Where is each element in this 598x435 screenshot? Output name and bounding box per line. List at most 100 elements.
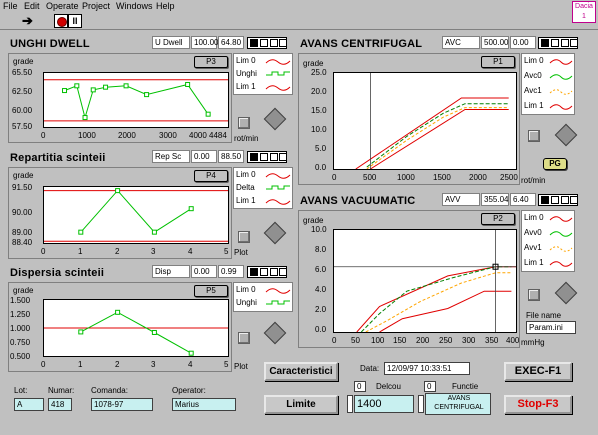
vacuumatic-readout-x[interactable]: 355.04 — [481, 193, 509, 206]
unghi-ytick: 62.50 — [12, 87, 33, 96]
menu-operate[interactable]: Operate — [46, 1, 79, 11]
centrifugal-readout-x[interactable]: 500.00 — [481, 36, 509, 49]
menu-windows[interactable]: Windows — [116, 1, 153, 11]
dispersia-readout-y[interactable]: 0.99 — [218, 265, 244, 278]
unghi-pan-icon[interactable] — [263, 107, 287, 131]
repartitia-unit-y: grade — [13, 171, 34, 180]
vacuumatic-pan-icon[interactable] — [554, 281, 578, 305]
vacuumatic-ytick: 10.0 — [311, 225, 327, 234]
unghi-p3-button[interactable]: P3 — [194, 56, 228, 68]
caracteristici-button[interactable]: Caracteristici — [264, 362, 338, 381]
unghi-plot-svg — [44, 79, 228, 122]
vacuumatic-xtick: 400 — [506, 336, 520, 345]
mode-field[interactable]: AVANS CENTRIFUGAL — [425, 393, 491, 415]
centrifugal-readout-y[interactable]: 0.00 — [510, 36, 536, 49]
repartitia-autoscale-button[interactable] — [238, 231, 250, 243]
repartitia-cursor-palette[interactable] — [247, 151, 287, 163]
lot-field[interactable]: A — [14, 398, 44, 411]
data-point — [188, 206, 194, 212]
legend-label: Avc1 — [524, 86, 542, 95]
dispersia-legend-swatches — [265, 288, 291, 305]
centrifugal-graph: grade P1 25.0 20.0 15.0 10.0 5.0 0.0 0 5… — [298, 53, 520, 185]
operator-label: Operator: — [172, 386, 206, 395]
unghi-cursor-palette[interactable] — [247, 37, 287, 49]
abort-icon[interactable] — [54, 14, 68, 28]
repartitia-readout-y[interactable]: 88.50 — [218, 150, 244, 163]
legend-label: Lim 1 — [236, 196, 256, 205]
dispersia-xtick: 2 — [115, 360, 120, 369]
repartitia-legend-swatches — [265, 173, 291, 205]
vacuumatic-unit-x: mmHg — [521, 338, 545, 347]
repartitia-ytick: 91.50 — [12, 183, 33, 192]
functie-indicator: 0 — [424, 381, 436, 392]
dispersia-p5-button[interactable]: P5 — [194, 285, 228, 297]
data-label: Data: — [360, 364, 380, 373]
numar-field[interactable]: 418 — [48, 398, 72, 411]
rpm-stepper[interactable] — [347, 395, 353, 413]
repartitia-plot — [43, 186, 229, 244]
toolbar: ➔ II — [0, 13, 598, 30]
dispersia-xtick: 3 — [151, 360, 156, 369]
vacuumatic-readout-y[interactable]: 6.40 — [510, 193, 536, 206]
rpm-field[interactable]: 1400 — [354, 395, 414, 413]
menu-edit[interactable]: Edit — [24, 1, 40, 11]
vacuumatic-xtick: 100 — [371, 336, 385, 345]
vacuumatic-p2-button[interactable]: P2 — [481, 213, 515, 225]
stop-button[interactable]: Stop-F3 — [504, 395, 572, 414]
centrifugal-autoscale-button[interactable] — [528, 130, 540, 142]
centrifugal-p1-button[interactable]: P1 — [481, 56, 515, 68]
vacuumatic-xtick: 350 — [485, 336, 499, 345]
dispersia-unit-x: Plot — [234, 362, 248, 371]
data-point — [188, 350, 194, 356]
legend-label: Unghi — [236, 298, 257, 307]
dispersia-title: Dispersia scinteii — [10, 267, 105, 279]
dispersia-autoscale-button[interactable] — [238, 332, 250, 344]
data-point — [74, 83, 80, 89]
menu-project[interactable]: Project — [82, 1, 110, 11]
centrifugal-ytick: 10.0 — [311, 125, 327, 134]
centrifugal-unit-y: grade — [303, 59, 324, 68]
unghi-legend: Lim 0 Unghi Lim 1 — [233, 53, 293, 95]
dispersia-ytick: 1.500 — [10, 296, 31, 305]
repartitia-pan-icon[interactable] — [263, 221, 287, 245]
repartitia-ytick: 90.00 — [12, 208, 33, 217]
dispersia-pan-icon[interactable] — [263, 321, 287, 345]
menu-file[interactable]: File — [3, 1, 18, 11]
limite-button[interactable]: Limite — [264, 395, 338, 414]
centrifugal-pan-icon[interactable] — [554, 123, 578, 147]
repartitia-readout-x[interactable]: 0.00 — [191, 150, 217, 163]
centrifugal-ytick: 5.0 — [315, 144, 327, 153]
dispersia-readout-x[interactable]: 0.00 — [191, 265, 217, 278]
run-arrow-icon[interactable]: ➔ — [22, 14, 36, 28]
vacuumatic-xtick: 300 — [462, 336, 476, 345]
repartitia-p4-button[interactable]: P4 — [194, 170, 228, 182]
file-name-field[interactable]: Param.ini — [526, 321, 576, 334]
data-point — [62, 88, 68, 94]
data-point — [78, 229, 84, 235]
menu-help[interactable]: Help — [156, 1, 175, 11]
mode-stepper[interactable] — [418, 395, 424, 413]
data-point — [185, 81, 191, 87]
centrifugal-xtick: 1000 — [397, 173, 415, 182]
pg-button[interactable]: PG — [543, 158, 567, 170]
series-line-delta — [80, 189, 192, 233]
unghi-readout-x[interactable]: 100.00 — [191, 36, 218, 49]
centrifugal-cursor-palette[interactable] — [538, 37, 578, 49]
vacuumatic-plot-svg — [334, 230, 516, 333]
vacuumatic-cursor-palette[interactable] — [538, 194, 578, 206]
unghi-xtick: 0 — [41, 131, 46, 140]
operator-field[interactable]: Marius — [172, 398, 236, 411]
comanda-field[interactable]: 1078-97 — [91, 398, 153, 411]
pause-icon[interactable]: II — [68, 14, 82, 28]
vacuumatic-autoscale-button[interactable] — [528, 289, 540, 301]
dispersia-cursor-palette[interactable] — [247, 266, 287, 278]
legend-label: Lim 0 — [236, 56, 256, 65]
data-field: 12/09/97 10:33:51 — [384, 362, 470, 375]
unghi-autoscale-button[interactable] — [238, 117, 250, 129]
repartitia-graph: grade P4 91.50 90.00 89.00 88.40 0 1 2 3… — [8, 167, 232, 259]
legend-label: Unghi — [236, 69, 257, 78]
vacuumatic-legend: Lim 0 Avv0 Avv1 Lim 1 — [521, 210, 575, 272]
unghi-readout-y[interactable]: 64.80 — [218, 36, 244, 49]
exec-button[interactable]: EXEC-F1 — [504, 362, 572, 381]
unghi-xtick: 2000 — [118, 131, 136, 140]
